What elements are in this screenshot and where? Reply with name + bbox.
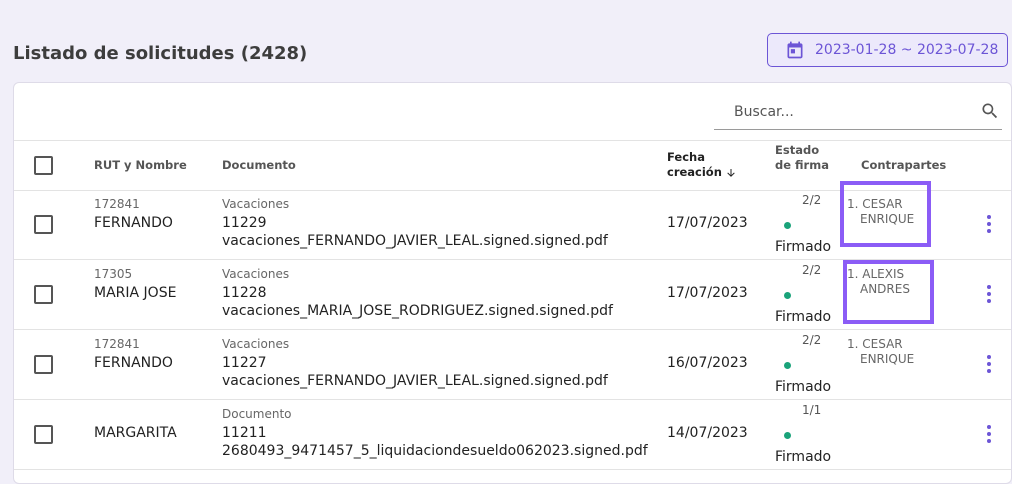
row-checkbox[interactable] <box>34 425 53 444</box>
counterpart-second-name: ENRIQUE <box>860 352 915 366</box>
row-name: FERNANDO <box>94 355 173 371</box>
row-name: MARIA JOSE <box>94 285 177 301</box>
kebab-menu-icon[interactable] <box>987 425 991 443</box>
counterpart-highlight <box>840 181 931 247</box>
row-doc-file[interactable]: vacaciones_FERNANDO_JAVIER_LEAL.signed.s… <box>222 233 608 249</box>
row-sign-count: 2/2 <box>802 193 822 207</box>
row-date: 16/07/2023 <box>667 355 748 371</box>
row-checkbox[interactable] <box>34 285 53 304</box>
row-date: 17/07/2023 <box>667 285 748 301</box>
row-rut: 172841 <box>94 197 140 211</box>
column-contrapartes: Contrapartes <box>861 158 947 172</box>
arrow-down-icon <box>727 168 735 177</box>
status-dot <box>784 432 791 439</box>
requests-table-card: RUT y Nombre Documento Fecha creación Es… <box>13 82 1012 484</box>
row-checkbox[interactable] <box>34 355 53 374</box>
column-fecha-line1: Fecha <box>667 150 705 164</box>
page-title: Listado de solicitudes (2428) <box>13 43 308 64</box>
row-sign-count: 1/1 <box>802 403 822 417</box>
kebab-menu-icon[interactable] <box>987 285 991 303</box>
row-doc-type: Vacaciones <box>222 267 290 281</box>
row-date: 17/07/2023 <box>667 215 748 231</box>
column-estado-line2: de firma <box>775 158 829 172</box>
row-sign-count: 2/2 <box>802 333 822 347</box>
row-sign-status: Firmado <box>775 379 832 395</box>
row-counterparts: 1. CESAR ENRIQUE <box>847 337 914 367</box>
row-name: MARGARITA <box>94 425 177 441</box>
date-range-label: 2023-01-28 ~ 2023-07-28 <box>815 42 999 58</box>
row-checkbox[interactable] <box>34 215 53 234</box>
row-sign-status: Firmado <box>775 309 832 325</box>
date-range-button[interactable]: 2023-01-28 ~ 2023-07-28 <box>767 33 1008 67</box>
calendar-icon <box>787 41 803 59</box>
column-documento: Documento <box>222 158 296 172</box>
search-input[interactable] <box>732 103 966 121</box>
row-doc-type: Vacaciones <box>222 197 290 211</box>
row-doc-id: 11227 <box>222 355 267 371</box>
row-doc-file[interactable]: vacaciones_MARIA_JOSE_RODRIGUEZ.signed.s… <box>222 303 613 319</box>
status-dot <box>784 292 791 299</box>
row-doc-file[interactable]: vacaciones_FERNANDO_JAVIER_LEAL.signed.s… <box>222 373 608 389</box>
search-icon[interactable] <box>980 101 1000 121</box>
column-fecha-line2: creación <box>667 165 722 179</box>
status-dot <box>784 222 791 229</box>
row-doc-type: Documento <box>222 407 292 421</box>
column-fecha-creacion[interactable]: Fecha creación <box>667 150 737 180</box>
table-row[interactable]: 17305 MARIA JOSE Vacaciones 11228 vacaci… <box>14 259 1011 330</box>
column-rut-nombre: RUT y Nombre <box>94 158 187 172</box>
row-sign-count: 2/2 <box>802 263 822 277</box>
row-doc-type: Vacaciones <box>222 337 290 351</box>
table-row[interactable]: 172841 FERNANDO Vacaciones 11227 vacacio… <box>14 329 1011 400</box>
counterpart-highlight <box>843 260 934 324</box>
table-row[interactable]: 172841 FERNANDO Vacaciones 11229 vacacio… <box>14 181 1011 260</box>
row-name: FERNANDO <box>94 215 173 231</box>
row-rut: 17305 <box>94 267 133 281</box>
kebab-menu-icon[interactable] <box>987 355 991 373</box>
row-doc-id: 11228 <box>222 285 267 301</box>
row-rut: 172841 <box>94 337 140 351</box>
status-dot <box>784 362 791 369</box>
counterpart-first-name: CESAR <box>862 337 903 351</box>
row-sign-status: Firmado <box>775 239 832 255</box>
row-date: 14/07/2023 <box>667 425 748 441</box>
row-sign-status: Firmado <box>775 449 832 465</box>
column-estado-line1: Estado <box>775 143 820 157</box>
table-row[interactable]: MARGARITA Documento 11211 2680493_947145… <box>14 399 1011 470</box>
column-estado-firma: Estado de firma <box>775 143 829 173</box>
row-doc-id: 11229 <box>222 215 267 231</box>
row-doc-file[interactable]: 2680493_9471457_5_liquidaciondesueldo062… <box>222 443 648 459</box>
select-all-checkbox[interactable] <box>34 156 53 175</box>
row-doc-id: 11211 <box>222 425 267 441</box>
search-box <box>714 95 1002 130</box>
kebab-menu-icon[interactable] <box>987 215 991 233</box>
counterpart-number: 1. <box>847 337 859 351</box>
